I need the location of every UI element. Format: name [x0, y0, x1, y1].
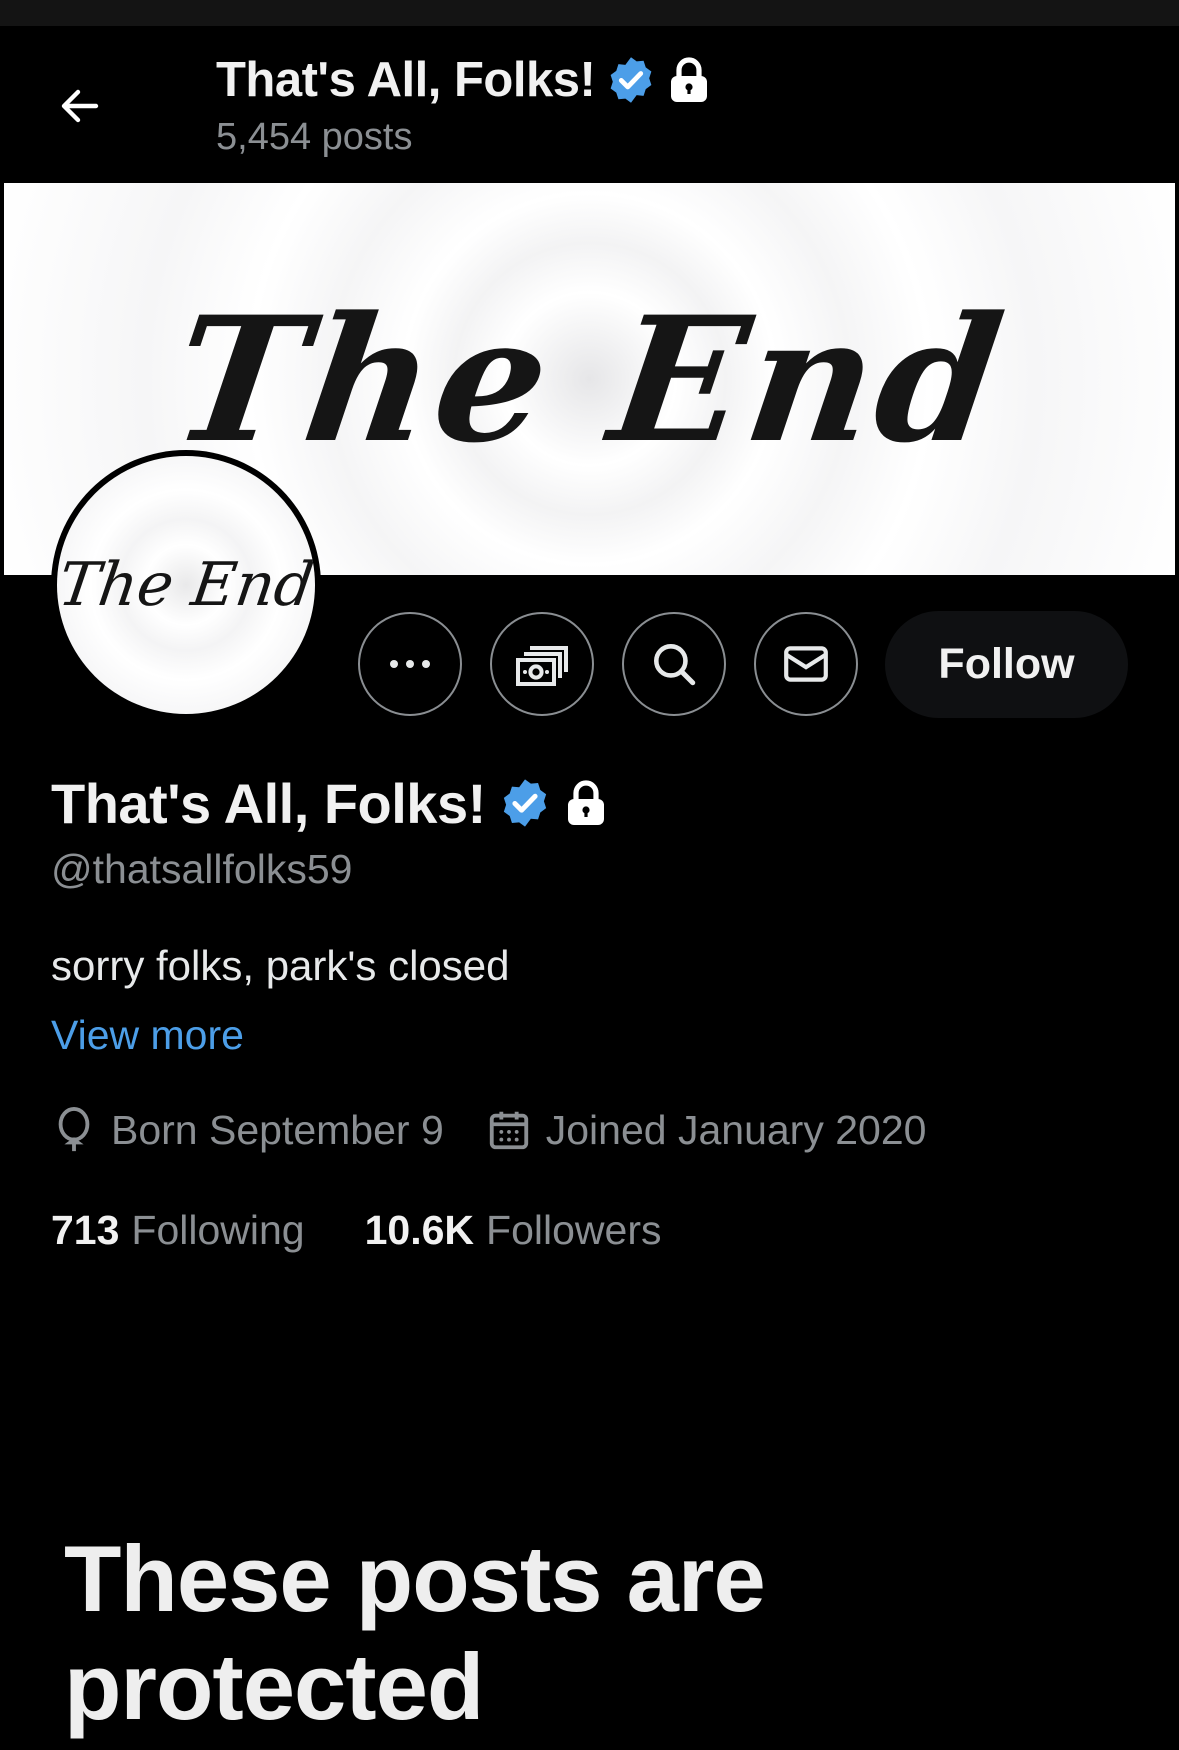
search-icon	[654, 644, 696, 686]
protected-posts-message: These posts are protected	[64, 1526, 766, 1739]
birthday-item: Born September 9	[51, 1105, 444, 1155]
follow-stats: 713 Following 10.6K Followers	[51, 1200, 661, 1260]
message-button[interactable]	[754, 612, 858, 716]
balloon-icon	[58, 1107, 90, 1152]
more-horizontal-icon	[390, 660, 430, 668]
joined-item: Joined January 2020	[486, 1106, 927, 1154]
avatar-text: The End	[57, 550, 315, 620]
profile-handle: @thatsallfolks59	[51, 846, 353, 892]
following-label: Following	[131, 1206, 305, 1253]
joined-text: Joined January 2020	[545, 1106, 927, 1153]
calendar-icon	[489, 1111, 528, 1150]
profile-name: That's All, Folks!	[51, 771, 486, 835]
avatar[interactable]: The End	[51, 450, 321, 720]
following-count: 713	[51, 1206, 120, 1253]
avatar-image: The End	[57, 456, 315, 714]
verified-badge-icon[interactable]	[498, 776, 552, 830]
post-count: 5,454 posts	[216, 116, 413, 158]
lock-icon	[671, 57, 708, 102]
profile-name-row: That's All, Folks!	[51, 768, 608, 838]
header-title: That's All, Folks!	[216, 53, 596, 107]
back-button[interactable]	[48, 74, 112, 138]
profile-meta: Born September 9 Joined January 2020	[51, 1100, 926, 1160]
money-icon	[516, 646, 568, 686]
followers-count: 10.6K	[364, 1206, 475, 1253]
lock-icon	[567, 780, 604, 825]
header-title-row: That's All, Folks!	[216, 48, 711, 112]
subscribe-button[interactable]	[490, 612, 594, 716]
verified-badge-icon	[610, 57, 652, 103]
profile-bio: sorry folks, park's closed	[51, 942, 510, 989]
followers-label: Followers	[486, 1206, 662, 1253]
followers-link[interactable]: 10.6K Followers	[365, 1207, 662, 1254]
following-link[interactable]: 713 Following	[51, 1207, 305, 1254]
more-options-button[interactable]	[358, 612, 462, 716]
status-bar	[0, 0, 1179, 26]
search-profile-button[interactable]	[622, 612, 726, 716]
arrow-left-icon	[61, 89, 99, 123]
envelope-icon	[784, 646, 828, 682]
follow-button[interactable]: Follow	[885, 611, 1128, 718]
birthday-text: Born September 9	[111, 1106, 444, 1153]
view-more-link[interactable]: View more	[51, 1012, 244, 1059]
